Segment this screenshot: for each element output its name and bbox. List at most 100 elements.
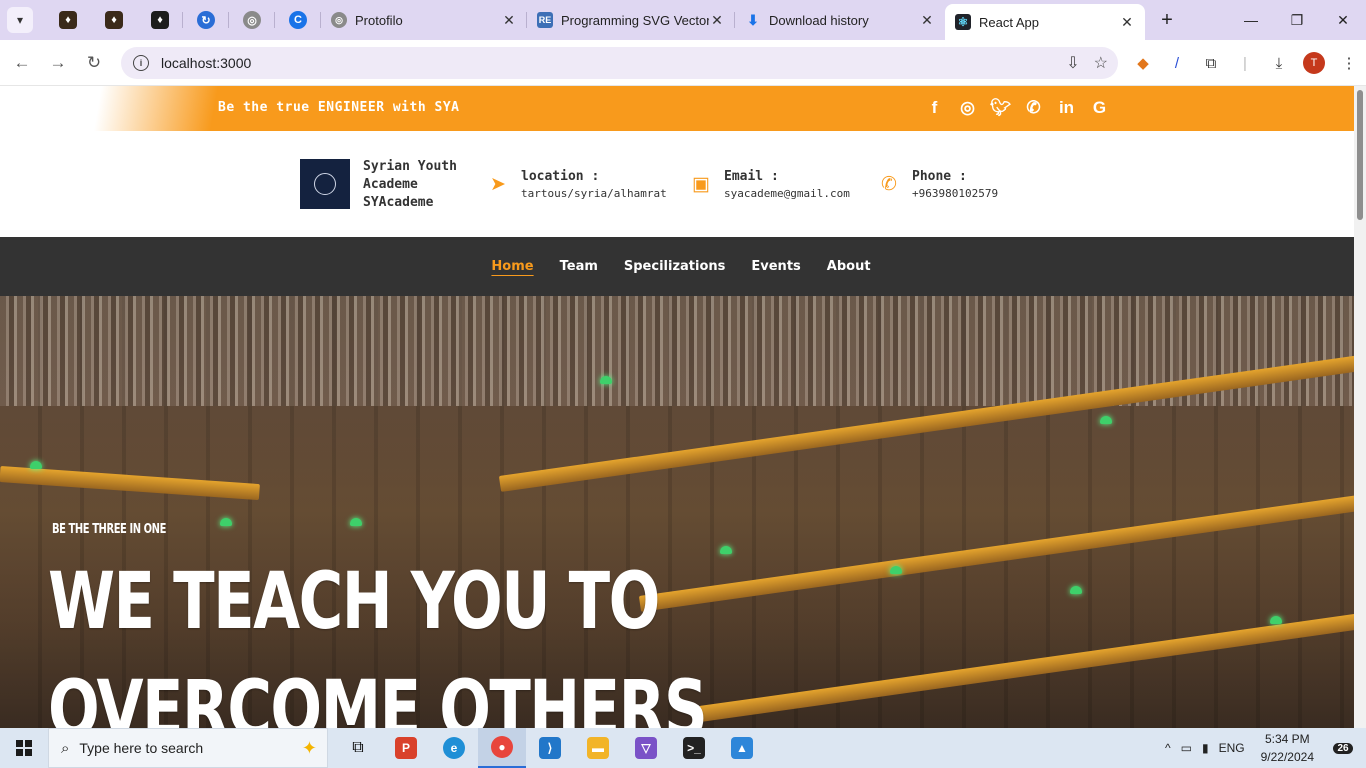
windows-logo-icon — [16, 740, 32, 756]
reload-button[interactable]: ↻ — [76, 45, 112, 81]
forward-button[interactable]: → — [40, 45, 76, 81]
address-bar[interactable]: i localhost:3000 ⇩ ☆ — [121, 47, 1118, 79]
clock-time: 5:34 PM — [1264, 732, 1310, 746]
terminal-icon[interactable]: >_ — [670, 728, 718, 768]
contact-title: Email : — [724, 169, 779, 184]
back-button[interactable]: ← — [4, 45, 40, 81]
linkedin-icon[interactable]: in — [1056, 96, 1077, 120]
close-icon[interactable]: ✕ — [919, 12, 935, 29]
contact-value: syacademe@gmail.com — [724, 187, 850, 200]
extensions-puzzle-icon[interactable]: ⧉ — [1201, 53, 1221, 73]
contact-value: +963980102579 — [912, 187, 999, 200]
scrollbar-thumb[interactable] — [1357, 90, 1363, 220]
extensions-area: ◆ / ⧉ | ⤓ T ⋮ — [1133, 40, 1359, 86]
system-tray: ^ ▭ ▮ ENG 5:34 PM 9/22/2024 26 — [1165, 728, 1366, 768]
vscode-icon[interactable]: ⟩ — [526, 728, 574, 768]
lamp-decoration — [350, 518, 362, 526]
top-banner: Be the true ENGINEER with SYA f ◎ 🐦︎ ✆ i… — [0, 86, 1354, 131]
hero-title: WE TEACH YOU TO OVERCOME OTHERS — [48, 548, 708, 728]
lamp-decoration — [890, 566, 902, 574]
tab-search-dropdown[interactable]: ▾ — [7, 7, 33, 33]
academy-logo[interactable] — [300, 159, 350, 209]
location-arrow-icon: ➤ — [490, 173, 506, 195]
social-links: f ◎ 🐦︎ ✆ in G — [924, 96, 1110, 120]
instagram-icon[interactable]: ◎ — [957, 96, 978, 120]
close-icon[interactable]: ✕ — [1119, 14, 1135, 31]
close-window-button[interactable]: ✕ — [1320, 0, 1366, 40]
contact-title: Phone : — [912, 169, 967, 184]
pinned-tab-2[interactable]: ♦ — [91, 0, 137, 40]
taskbar-search[interactable]: ⌕ Type here to search ✦ — [48, 728, 328, 768]
pen-extension-icon[interactable]: / — [1167, 53, 1187, 73]
file-explorer-icon[interactable]: ▬ — [574, 728, 622, 768]
close-icon[interactable]: ✕ — [501, 12, 517, 29]
pinned-tab-4[interactable]: ↻ — [183, 0, 229, 40]
brand-name: Syrian Youth Academe SYAcademe — [363, 158, 457, 212]
pinned-tab-3[interactable]: ♦ — [137, 0, 183, 40]
nav-about[interactable]: About — [827, 259, 871, 274]
globe-icon: ◎ — [243, 11, 261, 29]
page-scrollbar[interactable] — [1354, 86, 1366, 728]
sparkle-icon[interactable]: ✦ — [302, 738, 317, 759]
pinned-tab-6[interactable]: C — [275, 0, 321, 40]
web-page: Be the true ENGINEER with SYA f ◎ 🐦︎ ✆ i… — [0, 86, 1354, 728]
shield-icon: ♦ — [105, 11, 123, 29]
notifications-button[interactable]: 26 — [1328, 737, 1358, 759]
clock[interactable]: 5:34 PM 9/22/2024 — [1261, 730, 1314, 766]
pinned-tab-5[interactable]: ◎ — [229, 0, 275, 40]
grammar-icon: C — [289, 11, 307, 29]
whatsapp-icon[interactable]: ✆ — [1023, 96, 1044, 120]
tab-programming-svg[interactable]: RE Programming SVG Vector ✕ — [527, 0, 735, 40]
downloads-icon[interactable]: ⤓ — [1269, 53, 1289, 73]
restore-button[interactable]: ❐ — [1274, 0, 1320, 40]
react-icon: ⚛ — [955, 14, 971, 30]
tab-react-app[interactable]: ⚛ React App ✕ — [945, 4, 1145, 40]
app-triangle-icon[interactable]: ▽ — [622, 728, 670, 768]
nav-specializations[interactable]: Specilizations — [624, 259, 726, 274]
close-icon[interactable]: ✕ — [709, 12, 725, 29]
tab-download-history[interactable]: ⬇ Download history ✕ — [735, 0, 945, 40]
battery-icon[interactable]: ▮ — [1202, 741, 1209, 755]
network-icon[interactable]: ▭ — [1181, 741, 1192, 755]
google-icon[interactable]: G — [1089, 96, 1110, 120]
facebook-icon[interactable]: f — [924, 96, 945, 120]
bookmark-star-icon[interactable]: ☆ — [1094, 53, 1108, 73]
contact-email: ▣ Email : syacademe@gmail.com — [690, 169, 850, 200]
nav-events[interactable]: Events — [751, 259, 800, 274]
language-indicator[interactable]: ENG — [1219, 741, 1245, 755]
contact-location: ➤ location : tartous/syria/alhamrat — [487, 169, 667, 200]
contact-value: tartous/syria/alhamrat — [521, 187, 667, 200]
pinned-tab-1[interactable]: ♦ — [45, 0, 91, 40]
brand-line3: SYAcademe — [363, 195, 434, 210]
start-button[interactable] — [0, 728, 48, 768]
minimize-button[interactable]: — — [1228, 0, 1274, 40]
tab-protofilo[interactable]: ◎ Protofilo ✕ — [321, 0, 527, 40]
search-placeholder[interactable]: Type here to search — [79, 740, 302, 756]
address-url[interactable]: localhost:3000 — [161, 55, 251, 71]
metamask-icon[interactable]: ◆ — [1133, 53, 1153, 73]
repo-icon: RE — [537, 12, 553, 28]
taskbar-app-p[interactable]: P — [382, 728, 430, 768]
contact-phone: ✆ Phone : +963980102579 — [878, 169, 998, 200]
taskbar-apps: ⧉ P e ● ⟩ ▬ ▽ >_ ▲ — [334, 728, 766, 768]
new-tab-button[interactable]: + — [1153, 6, 1181, 34]
lamp-decoration — [30, 461, 42, 469]
brand-line2: Academe — [363, 177, 418, 192]
window-controls: — ❐ ✕ — [1228, 0, 1366, 40]
nav-team[interactable]: Team — [560, 259, 598, 274]
hero-subtitle: BE THE THREE IN ONE — [52, 522, 166, 537]
twitter-icon[interactable]: 🐦︎ — [990, 96, 1012, 120]
chevron-up-icon[interactable]: ^ — [1165, 741, 1171, 755]
lamp-decoration — [600, 376, 612, 384]
profile-avatar[interactable]: T — [1303, 52, 1325, 74]
menu-kebab-icon[interactable]: ⋮ — [1339, 53, 1359, 73]
lamp-decoration — [720, 546, 732, 554]
edge-icon[interactable]: e — [430, 728, 478, 768]
desk-decoration — [0, 466, 260, 501]
task-view-icon[interactable]: ⧉ — [334, 728, 382, 768]
chrome-icon[interactable]: ● — [478, 728, 526, 768]
site-info-icon[interactable]: i — [133, 55, 149, 71]
install-app-icon[interactable]: ⇩ — [1066, 53, 1079, 73]
nav-home[interactable]: Home — [491, 259, 533, 274]
photos-icon[interactable]: ▲ — [718, 728, 766, 768]
